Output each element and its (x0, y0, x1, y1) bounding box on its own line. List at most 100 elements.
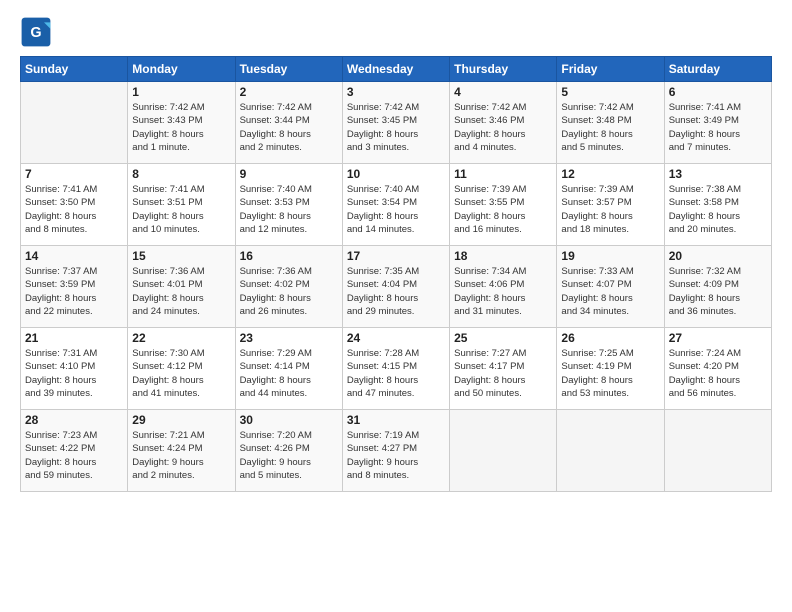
calendar-cell: 31 Sunrise: 7:19 AM Sunset: 4:27 PM Dayli… (342, 410, 449, 492)
calendar-cell: 20 Sunrise: 7:32 AM Sunset: 4:09 PM Dayli… (664, 246, 771, 328)
calendar-cell: 12 Sunrise: 7:39 AM Sunset: 3:57 PM Dayli… (557, 164, 664, 246)
day-number: 11 (454, 167, 552, 181)
calendar-cell (664, 410, 771, 492)
day-number: 21 (25, 331, 123, 345)
day-number: 27 (669, 331, 767, 345)
calendar-cell: 26 Sunrise: 7:25 AM Sunset: 4:19 PM Dayli… (557, 328, 664, 410)
calendar-header-tuesday: Tuesday (235, 57, 342, 82)
header: G (20, 16, 772, 48)
calendar-cell: 14 Sunrise: 7:37 AM Sunset: 3:59 PM Dayli… (21, 246, 128, 328)
day-info: Sunrise: 7:27 AM Sunset: 4:17 PM Dayligh… (454, 347, 552, 400)
day-number: 25 (454, 331, 552, 345)
day-info: Sunrise: 7:40 AM Sunset: 3:53 PM Dayligh… (240, 183, 338, 236)
calendar: SundayMondayTuesdayWednesdayThursdayFrid… (20, 56, 772, 492)
day-info: Sunrise: 7:42 AM Sunset: 3:48 PM Dayligh… (561, 101, 659, 154)
day-info: Sunrise: 7:41 AM Sunset: 3:50 PM Dayligh… (25, 183, 123, 236)
day-info: Sunrise: 7:19 AM Sunset: 4:27 PM Dayligh… (347, 429, 445, 482)
day-info: Sunrise: 7:40 AM Sunset: 3:54 PM Dayligh… (347, 183, 445, 236)
day-number: 6 (669, 85, 767, 99)
calendar-cell: 7 Sunrise: 7:41 AM Sunset: 3:50 PM Daylig… (21, 164, 128, 246)
day-info: Sunrise: 7:41 AM Sunset: 3:51 PM Dayligh… (132, 183, 230, 236)
calendar-header-thursday: Thursday (450, 57, 557, 82)
calendar-cell: 9Sunrise: 7:40 AM Sunset: 3:53 PM Daylig… (235, 164, 342, 246)
calendar-header-row: SundayMondayTuesdayWednesdayThursdayFrid… (21, 57, 772, 82)
calendar-cell: 28 Sunrise: 7:23 AM Sunset: 4:22 PM Dayli… (21, 410, 128, 492)
day-number: 24 (347, 331, 445, 345)
day-info: Sunrise: 7:38 AM Sunset: 3:58 PM Dayligh… (669, 183, 767, 236)
calendar-cell: 4Sunrise: 7:42 AM Sunset: 3:46 PM Daylig… (450, 82, 557, 164)
day-info: Sunrise: 7:36 AM Sunset: 4:01 PM Dayligh… (132, 265, 230, 318)
calendar-cell: 24 Sunrise: 7:28 AM Sunset: 4:15 PM Dayli… (342, 328, 449, 410)
calendar-cell: 8 Sunrise: 7:41 AM Sunset: 3:51 PM Daylig… (128, 164, 235, 246)
calendar-cell (21, 82, 128, 164)
day-number: 18 (454, 249, 552, 263)
day-number: 8 (132, 167, 230, 181)
calendar-cell: 10 Sunrise: 7:40 AM Sunset: 3:54 PM Dayli… (342, 164, 449, 246)
day-info: Sunrise: 7:42 AM Sunset: 3:43 PM Dayligh… (132, 101, 230, 154)
day-number: 28 (25, 413, 123, 427)
calendar-cell: 19 Sunrise: 7:33 AM Sunset: 4:07 PM Dayli… (557, 246, 664, 328)
day-info: Sunrise: 7:20 AM Sunset: 4:26 PM Dayligh… (240, 429, 338, 482)
day-number: 15 (132, 249, 230, 263)
day-number: 5 (561, 85, 659, 99)
calendar-cell: 2 Sunrise: 7:42 AM Sunset: 3:44 PM Daylig… (235, 82, 342, 164)
day-number: 23 (240, 331, 338, 345)
calendar-week-4: 21Sunrise: 7:31 AM Sunset: 4:10 PM Dayli… (21, 328, 772, 410)
calendar-cell: 6 Sunrise: 7:41 AM Sunset: 3:49 PM Daylig… (664, 82, 771, 164)
calendar-cell (557, 410, 664, 492)
day-number: 31 (347, 413, 445, 427)
calendar-header-sunday: Sunday (21, 57, 128, 82)
day-info: Sunrise: 7:29 AM Sunset: 4:14 PM Dayligh… (240, 347, 338, 400)
calendar-cell: 3Sunrise: 7:42 AM Sunset: 3:45 PM Daylig… (342, 82, 449, 164)
calendar-cell (450, 410, 557, 492)
calendar-cell: 5 Sunrise: 7:42 AM Sunset: 3:48 PM Daylig… (557, 82, 664, 164)
day-info: Sunrise: 7:41 AM Sunset: 3:49 PM Dayligh… (669, 101, 767, 154)
day-info: Sunrise: 7:23 AM Sunset: 4:22 PM Dayligh… (25, 429, 123, 482)
calendar-header-monday: Monday (128, 57, 235, 82)
calendar-header-wednesday: Wednesday (342, 57, 449, 82)
calendar-cell: 29 Sunrise: 7:21 AM Sunset: 4:24 PM Dayli… (128, 410, 235, 492)
day-info: Sunrise: 7:39 AM Sunset: 3:55 PM Dayligh… (454, 183, 552, 236)
day-info: Sunrise: 7:25 AM Sunset: 4:19 PM Dayligh… (561, 347, 659, 400)
day-info: Sunrise: 7:30 AM Sunset: 4:12 PM Dayligh… (132, 347, 230, 400)
calendar-cell: 1Sunrise: 7:42 AM Sunset: 3:43 PM Daylig… (128, 82, 235, 164)
logo: G (20, 16, 56, 48)
calendar-cell: 18Sunrise: 7:34 AM Sunset: 4:06 PM Dayli… (450, 246, 557, 328)
day-info: Sunrise: 7:33 AM Sunset: 4:07 PM Dayligh… (561, 265, 659, 318)
day-number: 16 (240, 249, 338, 263)
day-number: 4 (454, 85, 552, 99)
day-number: 20 (669, 249, 767, 263)
day-number: 22 (132, 331, 230, 345)
svg-text:G: G (30, 25, 41, 41)
day-info: Sunrise: 7:24 AM Sunset: 4:20 PM Dayligh… (669, 347, 767, 400)
day-number: 13 (669, 167, 767, 181)
day-number: 29 (132, 413, 230, 427)
calendar-cell: 22 Sunrise: 7:30 AM Sunset: 4:12 PM Dayli… (128, 328, 235, 410)
calendar-header-saturday: Saturday (664, 57, 771, 82)
day-info: Sunrise: 7:37 AM Sunset: 3:59 PM Dayligh… (25, 265, 123, 318)
day-info: Sunrise: 7:39 AM Sunset: 3:57 PM Dayligh… (561, 183, 659, 236)
calendar-week-1: 1Sunrise: 7:42 AM Sunset: 3:43 PM Daylig… (21, 82, 772, 164)
day-number: 14 (25, 249, 123, 263)
day-number: 7 (25, 167, 123, 181)
day-info: Sunrise: 7:32 AM Sunset: 4:09 PM Dayligh… (669, 265, 767, 318)
calendar-cell: 17Sunrise: 7:35 AM Sunset: 4:04 PM Dayli… (342, 246, 449, 328)
calendar-cell: 25 Sunrise: 7:27 AM Sunset: 4:17 PM Dayli… (450, 328, 557, 410)
calendar-cell: 21Sunrise: 7:31 AM Sunset: 4:10 PM Dayli… (21, 328, 128, 410)
day-info: Sunrise: 7:28 AM Sunset: 4:15 PM Dayligh… (347, 347, 445, 400)
day-number: 10 (347, 167, 445, 181)
calendar-cell: 11 Sunrise: 7:39 AM Sunset: 3:55 PM Dayli… (450, 164, 557, 246)
day-number: 26 (561, 331, 659, 345)
logo-icon: G (20, 16, 52, 48)
calendar-cell: 16Sunrise: 7:36 AM Sunset: 4:02 PM Dayli… (235, 246, 342, 328)
day-number: 2 (240, 85, 338, 99)
calendar-cell: 30Sunrise: 7:20 AM Sunset: 4:26 PM Dayli… (235, 410, 342, 492)
calendar-cell: 23 Sunrise: 7:29 AM Sunset: 4:14 PM Dayli… (235, 328, 342, 410)
day-number: 19 (561, 249, 659, 263)
day-info: Sunrise: 7:21 AM Sunset: 4:24 PM Dayligh… (132, 429, 230, 482)
calendar-week-5: 28 Sunrise: 7:23 AM Sunset: 4:22 PM Dayli… (21, 410, 772, 492)
calendar-cell: 27 Sunrise: 7:24 AM Sunset: 4:20 PM Dayli… (664, 328, 771, 410)
calendar-cell: 15 Sunrise: 7:36 AM Sunset: 4:01 PM Dayli… (128, 246, 235, 328)
day-number: 12 (561, 167, 659, 181)
day-info: Sunrise: 7:42 AM Sunset: 3:44 PM Dayligh… (240, 101, 338, 154)
